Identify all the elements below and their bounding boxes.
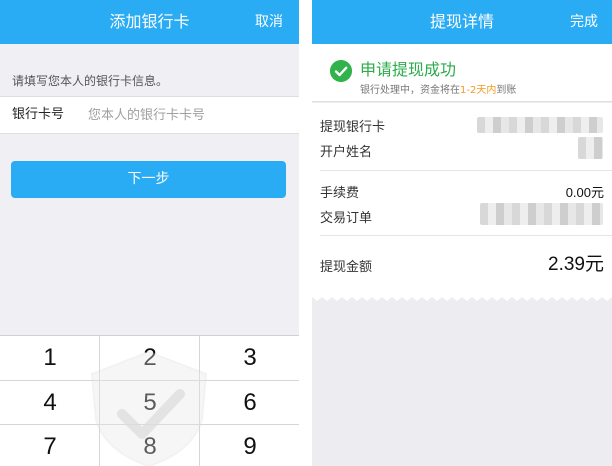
fee-value: 0.00元 <box>565 185 604 200</box>
done-button[interactable]: 完成 <box>570 0 598 44</box>
card-number-label: 银行卡号 <box>12 107 65 122</box>
status-subtitle: 银行处理中，资金将在1-2天内到账 <box>360 81 516 96</box>
receipt-edge <box>312 295 612 301</box>
detail-list: 提现银行卡 开户姓名 手续费 0.00元 交易订单 提现金额 2.39元 <box>312 103 612 297</box>
fee-label: 手续费 <box>320 186 360 201</box>
order-label: 交易订单 <box>320 211 373 226</box>
status-sub-suffix: 到账 <box>496 85 517 96</box>
account-holder-label: 开户姓名 <box>320 145 373 160</box>
status-title: 申请提现成功 <box>360 60 457 79</box>
bank-card-value-redacted <box>477 117 603 133</box>
next-step-button[interactable]: 下一步 <box>11 161 286 198</box>
add-bank-card-screen: 添加银行卡 取消 请填写您本人的银行卡信息。 银行卡号 下一步 1 2 3 4 … <box>0 0 299 466</box>
panel-divider <box>299 0 312 466</box>
bank-card-label: 提现银行卡 <box>320 120 386 135</box>
status-card: 申请提现成功 银行处理中，资金将在1-2天内到账 <box>312 44 612 102</box>
row-separator <box>320 235 612 236</box>
withdraw-detail-screen: 提现详情 完成 申请提现成功 银行处理中，资金将在1-2天内到账 提现银行卡 开… <box>312 0 612 466</box>
amount-value: 2.39元 <box>548 254 604 275</box>
account-holder-value-redacted <box>578 137 603 159</box>
row-separator <box>320 170 612 171</box>
card-number-row: 银行卡号 <box>0 96 299 134</box>
header-bar: 添加银行卡 取消 <box>0 0 299 44</box>
header-bar: 提现详情 完成 <box>312 0 612 44</box>
instruction-text: 请填写您本人的银行卡信息。 <box>12 74 169 88</box>
status-sub-highlight: 1-2天内 <box>460 85 497 96</box>
check-circle-icon <box>330 60 352 82</box>
order-value-redacted <box>480 203 603 225</box>
status-sub-prefix: 银行处理中，资金将在 <box>360 85 460 96</box>
shield-check-icon <box>90 350 208 466</box>
card-number-input[interactable] <box>88 103 288 127</box>
cancel-button[interactable]: 取消 <box>255 0 283 44</box>
page-title: 提现详情 <box>429 12 494 31</box>
amount-label: 提现金额 <box>320 260 373 275</box>
